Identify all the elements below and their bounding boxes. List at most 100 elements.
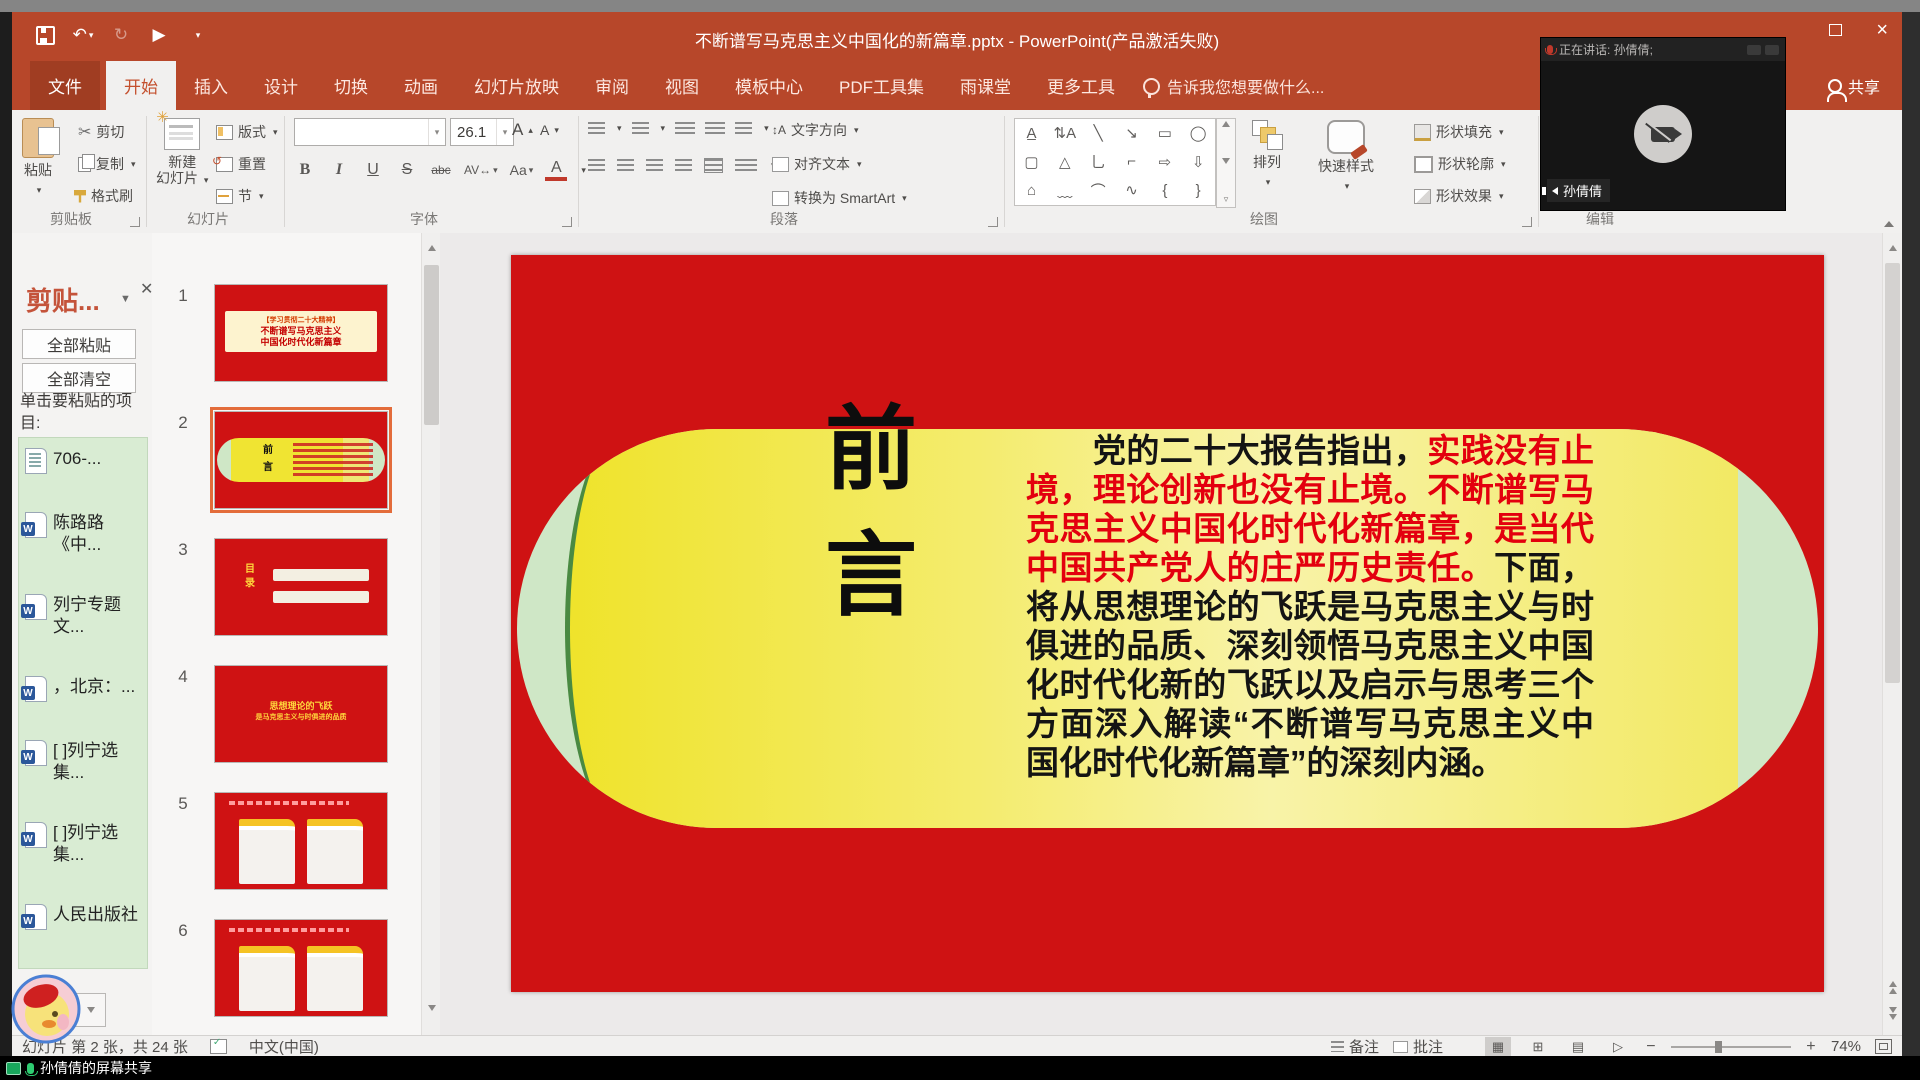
align-text-button[interactable]: 对齐文本▾ (772, 154, 862, 174)
font-name-combobox[interactable]: ▾ (294, 118, 446, 146)
tab-5[interactable]: 动画 (386, 61, 456, 110)
close-window-button[interactable]: × (1876, 20, 1888, 40)
character-spacing-button[interactable]: AV↔▾ (464, 158, 498, 182)
reading-view-button[interactable]: ▤ (1565, 1037, 1591, 1056)
tab-2[interactable]: 插入 (176, 61, 246, 110)
restore-window-button[interactable] (1829, 24, 1842, 36)
decrease-indent-icon[interactable] (675, 122, 695, 135)
save-button[interactable] (34, 24, 56, 46)
paste-button[interactable]: 粘贴 ▾ (22, 118, 54, 198)
tab-9[interactable]: 模板中心 (717, 61, 821, 110)
language-indicator[interactable]: 中文(中国) (249, 1036, 319, 1057)
canvas-scrollbar[interactable] (1882, 233, 1902, 1035)
clipboard-item[interactable]: [ ]列宁选集... (19, 730, 147, 812)
tab-12[interactable]: 更多工具 (1029, 61, 1133, 110)
slide-thumbnail-1[interactable]: 【学习贯彻二十大精神】不断谱写马克思主义中国化时代化新篇章 (214, 284, 388, 382)
tell-me-box[interactable]: 告诉我您想要做什么... (1133, 62, 1334, 110)
rounded-rectangle-shape-icon[interactable]: ▢ (1015, 148, 1048, 176)
format-painter-button[interactable]: 格式刷 (74, 186, 133, 206)
justify-icon[interactable] (675, 159, 692, 172)
freeform-shape-icon[interactable]: ⌂ (1015, 176, 1048, 204)
align-right-icon[interactable] (646, 159, 663, 172)
clear-all-button[interactable]: 全部清空 (22, 363, 136, 393)
thumbnail-scrollbar-thumb[interactable] (424, 265, 439, 425)
arc-shape-icon[interactable]: ⌒ (1082, 176, 1115, 204)
clipboard-item[interactable]: 706-... (19, 438, 147, 502)
shape-effects-button[interactable]: 形状效果▾ (1414, 186, 1504, 206)
clipboard-item[interactable]: 人民出版社 (19, 894, 147, 958)
zoom-in-button[interactable]: + (1805, 1038, 1817, 1056)
tab-8[interactable]: 视图 (647, 61, 717, 110)
reset-button[interactable]: 重置 (216, 154, 266, 174)
text-box-shape-icon[interactable]: A̲ (1015, 119, 1048, 147)
convert-smartart-button[interactable]: 转换为 SmartArt▾ (772, 188, 907, 208)
change-case-button[interactable]: Aa▾ (510, 158, 534, 182)
proofing-icon[interactable] (210, 1039, 227, 1054)
rectangle-shape-icon[interactable]: ▭ (1148, 119, 1181, 147)
undo-dropdown-icon[interactable]: ▾ (89, 30, 94, 41)
numbering-icon[interactable] (632, 122, 649, 135)
scribble-shape-icon[interactable]: ﹏ (1048, 176, 1081, 204)
columns-icon[interactable] (735, 159, 757, 172)
strikethrough-button[interactable]: S (396, 158, 418, 182)
customize-qat-button[interactable]: ▾ (186, 24, 208, 46)
copy-button[interactable]: 复制 ▾ (78, 154, 136, 174)
meeting-video-overlay[interactable]: 正在讲话: 孙倩倩; 孙倩倩 (1540, 37, 1786, 211)
triangle-shape-icon[interactable]: △ (1048, 148, 1081, 176)
curve-shape-icon[interactable]: ∿ (1115, 176, 1148, 204)
font-color-button[interactable]: A (545, 159, 567, 181)
thumbnail-scroll-up-button[interactable] (424, 239, 439, 256)
slide-sorter-view-button[interactable]: ⊞ (1525, 1037, 1551, 1056)
shapes-more-icon[interactable]: ▿ (1224, 194, 1229, 205)
redo-button[interactable]: ↻ (110, 24, 132, 46)
thumbnail-scroll-down-button[interactable] (424, 999, 439, 1016)
clipboard-item[interactable]: 陈路路《中... (19, 502, 147, 584)
section-button[interactable]: 节▾ (216, 186, 264, 206)
clipboard-item[interactable]: 列宁专题文... (19, 584, 147, 666)
increase-indent-icon[interactable] (705, 122, 725, 135)
zoom-slider[interactable] (1671, 1046, 1791, 1048)
next-slide-button[interactable] (1885, 1005, 1900, 1022)
tab-3[interactable]: 设计 (246, 61, 316, 110)
right-brace-shape-icon[interactable]: } (1182, 176, 1215, 204)
oval-shape-icon[interactable]: ◯ (1182, 119, 1215, 147)
bullets-icon[interactable] (588, 122, 605, 135)
left-brace-shape-icon[interactable]: { (1148, 176, 1181, 204)
paste-all-button[interactable]: 全部粘贴 (22, 329, 136, 359)
slide-thumbnail-2[interactable]: 前言 (214, 411, 388, 509)
previous-slide-button[interactable] (1885, 979, 1900, 996)
paragraph-dialog-launcher[interactable] (988, 217, 998, 227)
zoom-slider-thumb[interactable] (1715, 1041, 1722, 1053)
notes-button[interactable]: 备注 (1331, 1036, 1379, 1057)
cut-button[interactable]: ✂ 剪切 (78, 122, 124, 142)
clipboard-item[interactable]: ，北京：... (19, 666, 147, 730)
collapse-ribbon-button[interactable] (1884, 221, 1894, 227)
align-left-icon[interactable] (588, 159, 605, 172)
slide-thumbnail-5[interactable] (214, 792, 388, 890)
shapes-gallery[interactable]: A̲⇅A╲↘▭◯▢△乚⌐⇨⇩⌂﹏⌒∿{} (1014, 118, 1216, 206)
font-size-dropdown-icon[interactable]: ▾ (496, 119, 513, 145)
share-button[interactable]: 共享 (1828, 74, 1880, 98)
tab-6[interactable]: 幻灯片放映 (456, 61, 577, 110)
font-name-dropdown-icon[interactable]: ▾ (428, 119, 445, 145)
tab-7[interactable]: 审阅 (577, 61, 647, 110)
canvas-scrollbar-thumb[interactable] (1885, 263, 1900, 683)
comments-button[interactable]: 批注 (1393, 1036, 1443, 1057)
vertical-text-box-shape-icon[interactable]: ⇅A (1048, 119, 1081, 147)
tab-10[interactable]: PDF工具集 (821, 61, 942, 110)
elbow-connector-shape-icon[interactable]: 乚 (1082, 148, 1115, 176)
shapes-scroll-down-icon[interactable] (1222, 158, 1230, 164)
shapes-scroll-up-icon[interactable] (1222, 121, 1230, 127)
paste-dropdown-icon[interactable]: ▾ (37, 182, 42, 198)
quick-styles-button[interactable]: 快速样式 ▾ (1318, 120, 1374, 194)
undo-button[interactable]: ↶▾ (72, 24, 94, 46)
shapes-gallery-scrollbar[interactable]: ▿ (1216, 118, 1236, 208)
shape-outline-button[interactable]: 形状轮廓▾ (1414, 154, 1506, 174)
line-shape-icon[interactable]: ╲ (1082, 119, 1115, 147)
align-center-icon[interactable] (617, 159, 634, 172)
line-spacing-icon[interactable] (735, 122, 752, 135)
elbow-arrow-connector-shape-icon[interactable]: ⌐ (1115, 148, 1148, 176)
new-slide-button[interactable]: 新建 幻灯片 ▾ (156, 118, 208, 188)
drawing-dialog-launcher[interactable] (1522, 217, 1532, 227)
zoom-level[interactable]: 74% (1831, 1038, 1861, 1055)
